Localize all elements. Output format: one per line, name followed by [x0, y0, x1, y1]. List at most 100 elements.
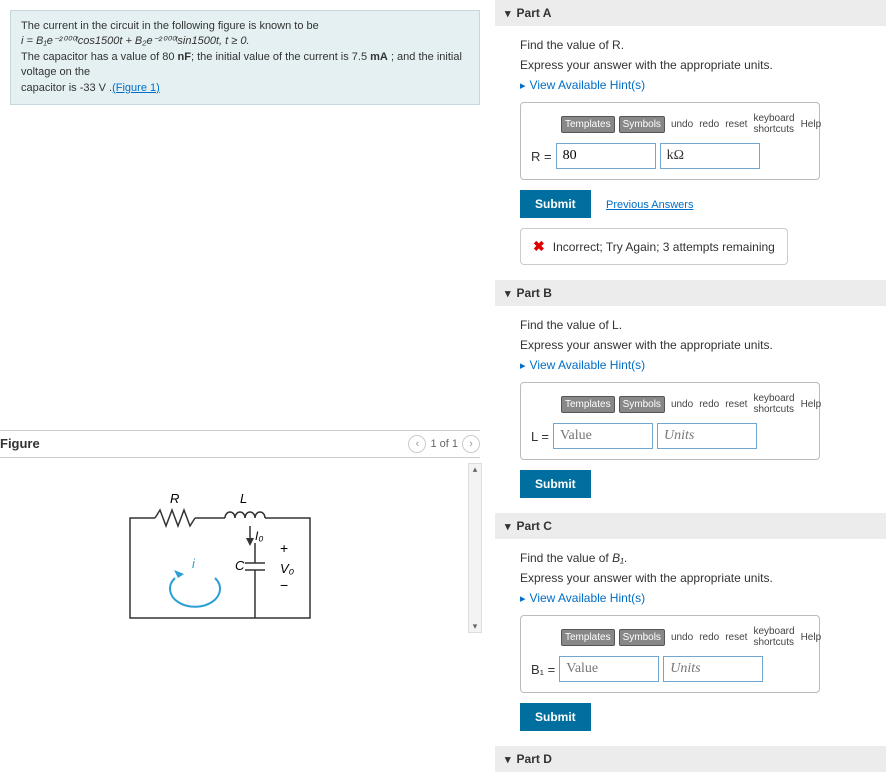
- txt: capacitor is -33 V .: [21, 82, 112, 94]
- label-plus: +: [280, 540, 288, 556]
- part-b-unit-input[interactable]: [657, 423, 757, 449]
- right-column: ▾ Part A Find the value of R. Express yo…: [490, 0, 896, 775]
- part-d-header[interactable]: ▾ Part D: [495, 746, 886, 772]
- problem-line1: The current in the circuit in the follow…: [21, 19, 469, 34]
- part-b-express: Express your answer with the appropriate…: [520, 338, 886, 352]
- problem-equation: i = B₁e⁻²⁰⁰⁰ᵗcos1500t + B₂e⁻²⁰⁰⁰ᵗsin1500…: [21, 34, 469, 49]
- redo-button[interactable]: redo: [699, 119, 719, 130]
- part-a-label: R =: [531, 149, 552, 164]
- label-i0: I₀: [255, 529, 263, 543]
- part-b: ▾ Part B Find the value of L. Express yo…: [495, 280, 886, 498]
- part-c-unit-input[interactable]: [663, 656, 763, 682]
- figure-link[interactable]: (Figure 1): [112, 82, 160, 94]
- help-button[interactable]: Help: [801, 399, 822, 410]
- problem-statement: The current in the circuit in the follow…: [10, 10, 480, 105]
- keyboard-button[interactable]: keyboard shortcuts: [753, 626, 794, 648]
- help-button[interactable]: Help: [801, 119, 822, 130]
- figure-panel: Figure ‹ 1 of 1 › R L: [0, 430, 480, 648]
- scroll-up-icon: ▴: [473, 464, 478, 475]
- part-d: ▾ Part D Find the value of B₂.: [495, 746, 886, 775]
- part-a-header[interactable]: ▾ Part A: [495, 0, 886, 26]
- txt: Find the value of R.: [520, 38, 624, 52]
- feedback-text: Incorrect; Try Again; 3 attempts remaini…: [553, 240, 775, 254]
- part-c-prompt: Find the value of B₁.: [520, 551, 886, 565]
- templates-button[interactable]: Templates: [561, 396, 615, 413]
- part-a-previous-answers[interactable]: Previous Answers: [606, 199, 693, 211]
- part-a-unit-input[interactable]: [660, 143, 760, 169]
- part-c-submit-button[interactable]: Submit: [520, 703, 591, 731]
- part-b-answerbox: Templates Symbols undo redo reset keyboa…: [520, 382, 820, 460]
- part-a-express: Express your answer with the appropriate…: [520, 58, 886, 72]
- part-c-header[interactable]: ▾ Part C: [495, 513, 886, 539]
- fig-prev-button[interactable]: ‹: [408, 435, 426, 453]
- undo-button[interactable]: undo: [671, 632, 693, 643]
- caret-down-icon: ▾: [505, 287, 511, 300]
- part-a-hints[interactable]: View Available Hint(s): [520, 78, 886, 92]
- txt: The capacitor has a value of 80: [21, 51, 178, 63]
- part-c-answerbox: Templates Symbols undo redo reset keyboa…: [520, 615, 820, 693]
- figure-title: Figure: [0, 436, 40, 451]
- part-a: ▾ Part A Find the value of R. Express yo…: [495, 0, 886, 265]
- figure-nav: ‹ 1 of 1 ›: [408, 435, 480, 453]
- figure-scrollbar[interactable]: ▴ ▾: [468, 463, 482, 633]
- part-c-title: Part C: [517, 519, 552, 533]
- symbols-button[interactable]: Symbols: [619, 396, 665, 413]
- reset-button[interactable]: reset: [725, 632, 747, 643]
- reset-button[interactable]: reset: [725, 399, 747, 410]
- unit-nf: nF: [178, 51, 191, 63]
- txt: Find the value of: [520, 551, 612, 565]
- symbols-button[interactable]: Symbols: [619, 116, 665, 133]
- label-r: R: [170, 491, 179, 506]
- part-a-toolbar: Templates Symbols undo redo reset keyboa…: [531, 113, 809, 135]
- label-c: C: [235, 558, 245, 573]
- txt: ; the initial value of the current is 7.…: [191, 51, 370, 63]
- undo-button[interactable]: undo: [671, 399, 693, 410]
- part-c: ▾ Part C Find the value of B₁. Express y…: [495, 513, 886, 731]
- problem-line2: The capacitor has a value of 80 nF; the …: [21, 50, 469, 81]
- help-button[interactable]: Help: [801, 632, 822, 643]
- label-l: L: [240, 491, 247, 506]
- part-b-label: L =: [531, 429, 549, 444]
- figure-header: Figure ‹ 1 of 1 ›: [0, 430, 480, 458]
- part-b-title: Part B: [517, 286, 552, 300]
- part-c-label: B₁ =: [531, 662, 555, 677]
- var: B₁: [612, 551, 624, 565]
- fig-next-button[interactable]: ›: [462, 435, 480, 453]
- caret-down-icon: ▾: [505, 520, 511, 533]
- templates-button[interactable]: Templates: [561, 116, 615, 133]
- part-a-feedback: ✖ Incorrect; Try Again; 3 attempts remai…: [520, 228, 788, 265]
- figure-page: 1 of 1: [430, 438, 458, 450]
- scroll-down-icon: ▾: [473, 621, 478, 632]
- part-a-title: Part A: [517, 6, 552, 20]
- part-c-express: Express your answer with the appropriate…: [520, 571, 886, 585]
- part-b-hints[interactable]: View Available Hint(s): [520, 358, 886, 372]
- incorrect-icon: ✖: [533, 238, 545, 255]
- left-column: The current in the circuit in the follow…: [0, 0, 490, 775]
- unit-ma: mA: [370, 51, 388, 63]
- keyboard-button[interactable]: keyboard shortcuts: [753, 113, 794, 135]
- part-b-prompt: Find the value of L.: [520, 318, 886, 332]
- part-b-submit-button[interactable]: Submit: [520, 470, 591, 498]
- part-a-submit-button[interactable]: Submit: [520, 190, 591, 218]
- part-d-title: Part D: [517, 752, 552, 766]
- txt: .: [624, 551, 627, 565]
- keyboard-button[interactable]: keyboard shortcuts: [753, 393, 794, 415]
- part-c-value-input[interactable]: [559, 656, 659, 682]
- redo-button[interactable]: redo: [699, 399, 719, 410]
- part-b-header[interactable]: ▾ Part B: [495, 280, 886, 306]
- caret-down-icon: ▾: [505, 753, 511, 766]
- part-c-toolbar: Templates Symbols undo redo reset keyboa…: [531, 626, 809, 648]
- caret-down-icon: ▾: [505, 7, 511, 20]
- symbols-button[interactable]: Symbols: [619, 629, 665, 646]
- figure-body: R L I₀ C +: [0, 458, 480, 648]
- problem-line3: capacitor is -33 V .(Figure 1): [21, 81, 469, 96]
- reset-button[interactable]: reset: [725, 119, 747, 130]
- part-b-value-input[interactable]: [553, 423, 653, 449]
- label-i: i: [192, 556, 196, 571]
- undo-button[interactable]: undo: [671, 119, 693, 130]
- templates-button[interactable]: Templates: [561, 629, 615, 646]
- redo-button[interactable]: redo: [699, 632, 719, 643]
- part-c-hints[interactable]: View Available Hint(s): [520, 591, 886, 605]
- part-a-value-input[interactable]: [556, 143, 656, 169]
- part-a-prompt: Find the value of R.: [520, 38, 886, 52]
